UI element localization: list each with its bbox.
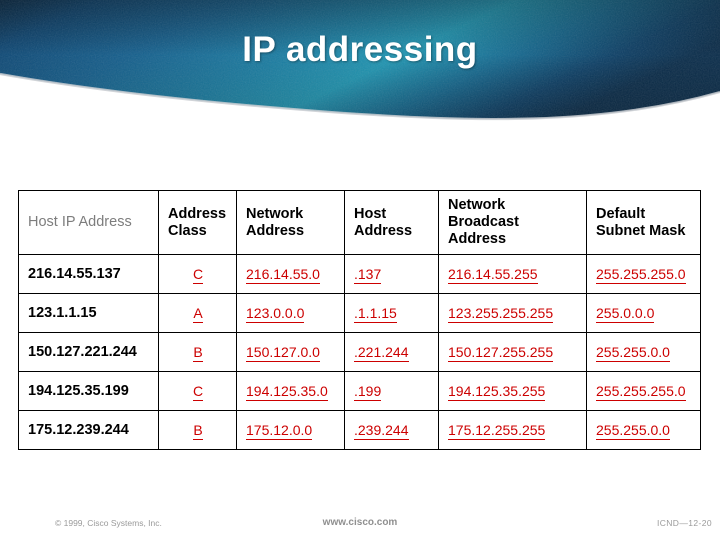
column-header-default-subnet-mask: Default Subnet Mask: [586, 189, 701, 256]
table-row: 216.14.55.137 C 216.14.55.0 .137 216.14.…: [18, 254, 701, 295]
cisco-url: www.cisco.com: [322, 517, 398, 528]
answer-text: 255.255.255.0: [596, 383, 686, 402]
column-header-host-ip-address: Host IP Address: [18, 189, 159, 256]
slide-footer: © 1999, Cisco Systems, Inc. www.cisco.co…: [0, 515, 720, 535]
ip-addressing-table-container: Host IP Address Address Class Network Ad…: [18, 189, 701, 451]
answer-text: 216.14.55.255: [448, 266, 538, 285]
slide-header-banner: IP addressing: [0, 0, 720, 122]
cell-network-address: 150.127.0.0: [236, 332, 345, 373]
answer-text: 123.255.255.255: [448, 305, 554, 324]
answer-text: 255.255.255.0: [596, 266, 686, 285]
ip-addressing-table: Host IP Address Address Class Network Ad…: [18, 189, 701, 451]
table-row: 175.12.239.244 B 175.12.0.0 .239.244 175…: [18, 410, 701, 451]
cell-default-subnet-mask: 255.255.255.0: [586, 254, 701, 295]
cell-network-broadcast-address: 194.125.35.255: [438, 371, 587, 412]
cell-default-subnet-mask: 255.255.255.0: [586, 371, 701, 412]
answer-text: 150.127.255.255: [448, 344, 554, 363]
cell-address-class: C: [158, 254, 237, 295]
cell-host-ip-address: 194.125.35.199: [18, 371, 159, 412]
answer-text: .137: [354, 266, 382, 285]
cell-host-address: .199: [344, 371, 439, 412]
cell-network-address: 175.12.0.0: [236, 410, 345, 451]
cell-host-ip-address: 175.12.239.244: [18, 410, 159, 451]
table-row: 194.125.35.199 C 194.125.35.0 .199 194.1…: [18, 371, 701, 412]
cell-default-subnet-mask: 255.255.0.0: [586, 410, 701, 451]
cell-network-broadcast-address: 216.14.55.255: [438, 254, 587, 295]
table-row: 123.1.1.15 A 123.0.0.0 .1.1.15 123.255.2…: [18, 293, 701, 334]
answer-text: A: [193, 305, 203, 324]
cell-host-ip-address: 216.14.55.137: [18, 254, 159, 295]
answer-text: .221.244: [354, 344, 409, 363]
table-body: 216.14.55.137 C 216.14.55.0 .137 216.14.…: [18, 254, 701, 451]
cell-host-address: .1.1.15: [344, 293, 439, 334]
cell-address-class: B: [158, 332, 237, 373]
cell-address-class: B: [158, 410, 237, 451]
answer-text: 123.0.0.0: [246, 305, 305, 324]
cell-network-broadcast-address: 175.12.255.255: [438, 410, 587, 451]
slide-number: ICND—12-20: [656, 518, 712, 528]
answer-text: 255.0.0.0: [596, 305, 655, 324]
cell-host-address: .221.244: [344, 332, 439, 373]
cell-host-address: .239.244: [344, 410, 439, 451]
column-header-address-class: Address Class: [158, 189, 237, 256]
answer-text: 175.12.0.0: [246, 422, 313, 441]
answer-text: .239.244: [354, 422, 409, 441]
answer-text: 194.125.35.255: [448, 383, 546, 402]
column-header-network-broadcast-address: Network Broadcast Address: [438, 189, 587, 256]
answer-text: 175.12.255.255: [448, 422, 546, 441]
cell-network-address: 216.14.55.0: [236, 254, 345, 295]
answer-text: 216.14.55.0: [246, 266, 320, 285]
answer-text: C: [192, 266, 204, 285]
cell-network-broadcast-address: 123.255.255.255: [438, 293, 587, 334]
answer-text: B: [193, 422, 203, 441]
cell-address-class: A: [158, 293, 237, 334]
answer-text: .1.1.15: [354, 305, 397, 324]
table-header-row: Host IP Address Address Class Network Ad…: [18, 189, 701, 256]
answer-text: 150.127.0.0: [246, 344, 320, 363]
page-title: IP addressing: [242, 30, 478, 69]
answer-text: 194.125.35.0: [246, 383, 328, 402]
column-header-host-address: Host Address: [344, 189, 439, 256]
cell-network-address: 123.0.0.0: [236, 293, 345, 334]
cell-host-address: .137: [344, 254, 439, 295]
answer-text: 255.255.0.0: [596, 344, 670, 363]
column-header-network-address: Network Address: [236, 189, 345, 256]
cell-host-ip-address: 123.1.1.15: [18, 293, 159, 334]
cell-network-address: 194.125.35.0: [236, 371, 345, 412]
answer-text: 255.255.0.0: [596, 422, 670, 441]
cell-host-ip-address: 150.127.221.244: [18, 332, 159, 373]
cell-default-subnet-mask: 255.255.0.0: [586, 332, 701, 373]
cell-default-subnet-mask: 255.0.0.0: [586, 293, 701, 334]
cell-network-broadcast-address: 150.127.255.255: [438, 332, 587, 373]
answer-text: B: [193, 344, 203, 363]
cell-address-class: C: [158, 371, 237, 412]
table-row: 150.127.221.244 B 150.127.0.0 .221.244 1…: [18, 332, 701, 373]
table-header: Host IP Address Address Class Network Ad…: [18, 189, 701, 256]
answer-text: .199: [354, 383, 382, 402]
answer-text: C: [192, 383, 204, 402]
